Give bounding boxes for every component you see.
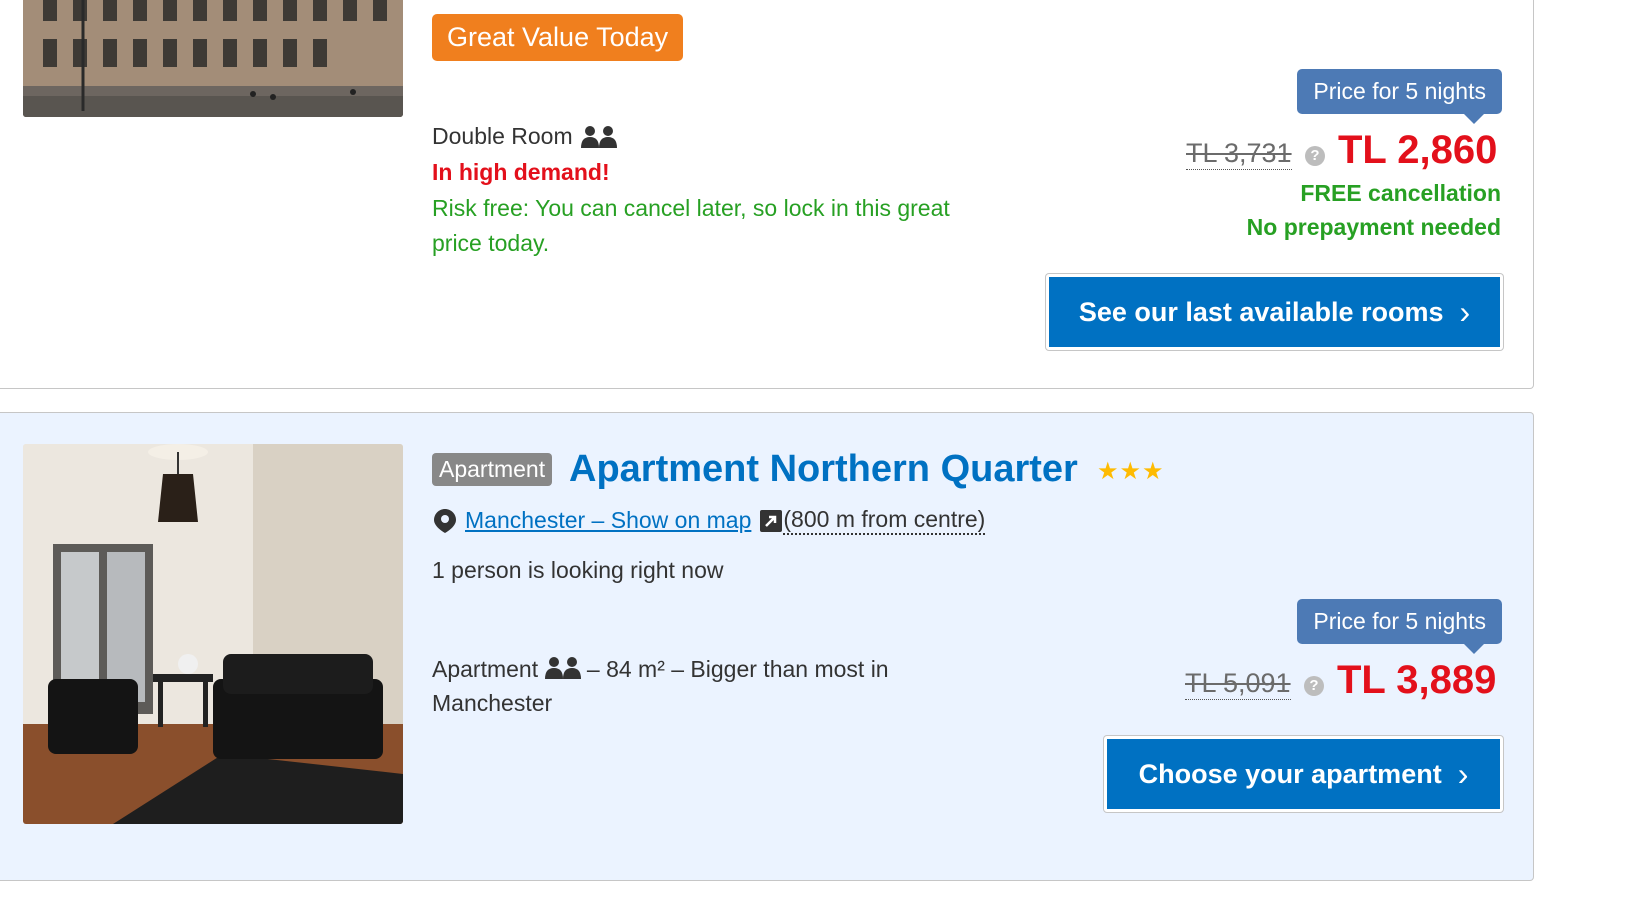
apartment-type-label: Apartment: [432, 656, 539, 682]
external-map-icon[interactable]: [759, 509, 783, 533]
listing-card-hotel: Great Value Today Double Room In high de…: [0, 0, 1534, 389]
see-available-rooms-label: See our last available rooms: [1078, 296, 1444, 327]
discounted-price: TL 2,860: [1338, 128, 1498, 172]
chevron-right-icon: ›: [1457, 755, 1469, 792]
apartment-photo[interactable]: [23, 444, 403, 824]
choose-apartment-button[interactable]: Choose your apartment ›: [1104, 736, 1503, 812]
property-name-link[interactable]: Apartment Northern Quarter: [569, 448, 1078, 491]
help-icon[interactable]: ?: [1305, 146, 1325, 166]
chevron-right-icon: ›: [1459, 293, 1471, 330]
high-demand-notice: In high demand!: [432, 159, 610, 185]
property-type-badge: Apartment: [432, 453, 553, 486]
show-on-map-link[interactable]: Manchester – Show on map: [465, 507, 751, 534]
apartment-details: Apartment – 84 m² – Bigger than most in …: [432, 652, 952, 720]
hotel-photo-image: [23, 0, 403, 117]
choose-apartment-label: Choose your apartment: [1138, 758, 1442, 789]
free-cancellation-label: FREE cancellation: [1300, 180, 1501, 206]
risk-free-notice: Risk free: You can cancel later, so lock…: [432, 195, 950, 256]
see-available-rooms-button[interactable]: See our last available rooms ›: [1046, 274, 1503, 350]
help-icon[interactable]: ?: [1304, 676, 1324, 696]
map-pin-icon: [434, 508, 456, 533]
original-price: TL 5,091: [1185, 668, 1291, 700]
two-persons-icon: [580, 125, 617, 148]
price-for-nights-tag: Price for 5 nights: [1297, 69, 1502, 124]
discounted-price: TL 3,889: [1337, 658, 1497, 702]
room-type-label: Double Room: [432, 123, 573, 149]
distance-from-centre: (800 m from centre): [783, 506, 986, 535]
price-for-nights-tag: Price for 5 nights: [1297, 599, 1502, 654]
original-price: TL 3,731: [1186, 138, 1292, 170]
location-row: Manchester – Show on map (800 m from cen…: [434, 506, 986, 535]
apartment-photo-image: [23, 444, 403, 824]
two-persons-icon: [544, 657, 581, 679]
great-value-badge: Great Value Today: [432, 14, 684, 61]
hotel-photo[interactable]: [23, 0, 403, 117]
no-prepayment-label: No prepayment needed: [1246, 214, 1501, 240]
room-type-row: Double Room: [432, 123, 617, 150]
people-looking-notice: 1 person is looking right now: [432, 557, 724, 583]
star-rating: ★★★: [1097, 458, 1165, 485]
listing-card-apartment: Apartment Apartment Northern Quarter ★★★…: [0, 412, 1534, 881]
